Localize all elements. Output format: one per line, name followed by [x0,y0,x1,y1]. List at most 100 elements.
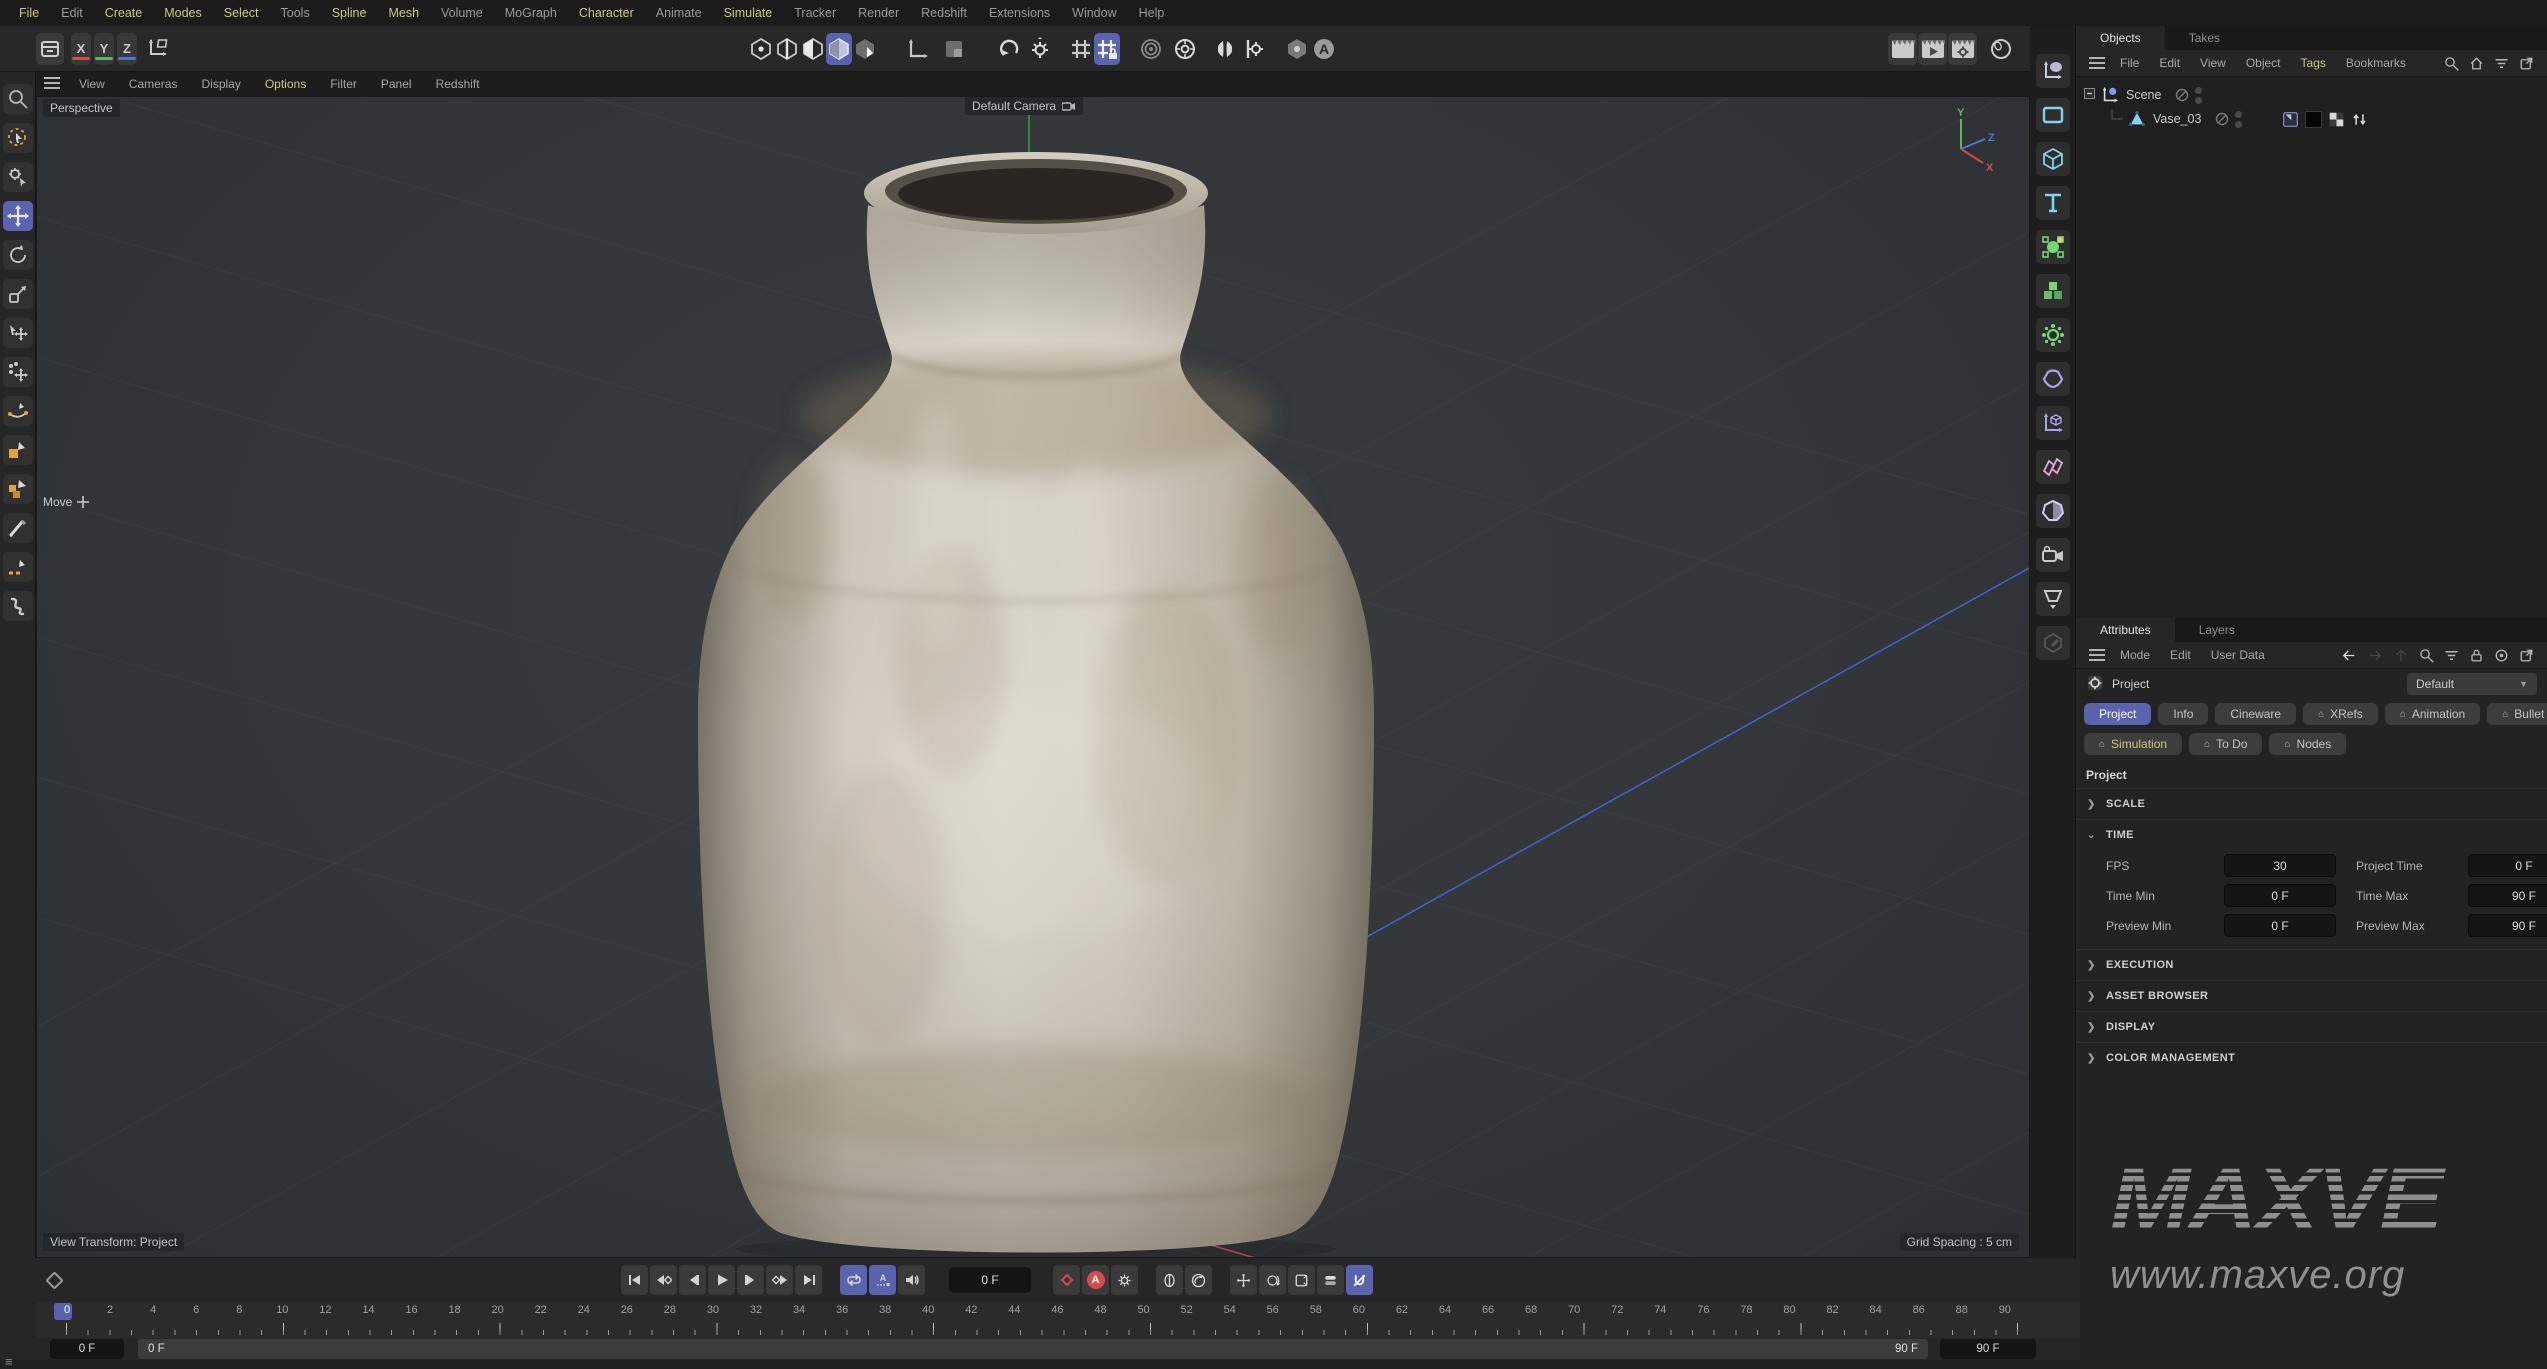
target-icon[interactable] [2494,648,2509,663]
home-icon[interactable] [2469,56,2484,71]
poly-pen-icon[interactable] [2036,626,2070,660]
menu-file[interactable]: File [8,6,50,20]
field-fps[interactable]: 30 [2224,854,2336,877]
viewport[interactable]: Perspective Default Camera Y Z X Move Vi… [36,96,2030,1258]
menu-redshift[interactable]: Redshift [910,6,978,20]
objects-hamburger-icon[interactable] [2089,57,2105,69]
autokey-icon[interactable]: A [1082,1265,1109,1295]
frame-label-40[interactable]: 40 [921,1304,935,1316]
tab-takes[interactable]: Takes [2165,26,2244,50]
uv-tag-icon[interactable] [2328,111,2345,128]
frame-label-66[interactable]: 66 [1481,1304,1495,1316]
vase-model[interactable] [698,152,1374,1258]
point-mode-icon[interactable] [748,33,774,65]
shader-ball-icon[interactable] [1986,33,2016,65]
axis-gizmo[interactable]: Y Z X [1929,107,2001,182]
frame-label-38[interactable]: 38 [878,1304,892,1316]
polygon-mode-icon[interactable] [800,33,826,65]
attributes-menu-user-data[interactable]: User Data [2201,648,2275,662]
frame-label-4[interactable]: 4 [146,1304,160,1316]
layer-icon[interactable] [1317,1265,1344,1295]
line-pen-icon[interactable] [3,552,33,582]
frame-label-0[interactable]: 0 [60,1304,74,1316]
tree-row-vase_03[interactable]: Vase_03 [2076,107,2547,131]
menu-spline[interactable]: Spline [321,6,378,20]
back-arrow-icon[interactable] [2341,648,2357,663]
radial-symmetry-icon[interactable] [1172,33,1198,65]
frame-label-64[interactable]: 64 [1438,1304,1452,1316]
next-frame-icon[interactable] [737,1265,764,1295]
field-preview-min[interactable]: 0 F [2224,914,2336,937]
tweak-icon[interactable] [3,162,33,192]
frame-label-52[interactable]: 52 [1180,1304,1194,1316]
frame-label-78[interactable]: 78 [1739,1304,1753,1316]
menu-tracker[interactable]: Tracker [783,6,847,20]
object-move-icon[interactable] [3,318,33,348]
frame-label-72[interactable]: 72 [1610,1304,1624,1316]
frame-label-50[interactable]: 50 [1137,1304,1151,1316]
attributes-menu-edit[interactable]: Edit [2160,648,2201,662]
frame-label-58[interactable]: 58 [1309,1304,1323,1316]
current-frame-field[interactable]: 0 F [949,1267,1031,1293]
search-icon[interactable] [2419,648,2434,663]
goto-start-icon[interactable] [621,1265,648,1295]
volume-pen-icon[interactable] [3,474,33,504]
menu-modes[interactable]: Modes [153,6,213,20]
expand-toggle-icon[interactable] [2084,88,2095,102]
popout-icon[interactable] [2519,648,2534,663]
menu-render[interactable]: Render [847,6,910,20]
frame-label-74[interactable]: 74 [1653,1304,1667,1316]
frame-label-86[interactable]: 86 [1912,1304,1926,1316]
texture-mode-icon[interactable] [852,33,878,65]
commander-search-icon[interactable] [3,84,33,114]
autokey-ruler-icon[interactable]: A [869,1265,896,1295]
frame-label-14[interactable]: 14 [361,1304,375,1316]
frame-label-88[interactable]: 88 [1955,1304,1969,1316]
preset-dropdown[interactable]: Default ▼ [2407,673,2537,695]
frame-label-16[interactable]: 16 [405,1304,419,1316]
viewport-menu-panel[interactable]: Panel [370,77,423,91]
spline-pen-icon[interactable] [3,396,33,426]
frame-label-36[interactable]: 36 [835,1304,849,1316]
instance-icon[interactable] [2036,450,2070,484]
sketch-pen-icon[interactable] [3,435,33,465]
menu-edit[interactable]: Edit [50,6,94,20]
object-toggles[interactable] [2175,87,2202,104]
next-key-icon[interactable] [766,1265,793,1295]
coord-system-icon[interactable] [905,33,931,65]
camera-label[interactable]: Default Camera [965,97,1083,115]
key-position-icon[interactable] [1156,1265,1183,1295]
scale-icon[interactable] [3,279,33,309]
render-settings-icon[interactable] [1948,33,1977,65]
symmetry-icon[interactable] [1212,33,1238,65]
null-object-icon[interactable] [2036,54,2070,88]
tab-objects[interactable]: Objects [2076,26,2165,50]
prev-key-icon[interactable] [650,1265,677,1295]
menu-select[interactable]: Select [213,6,270,20]
menu-window[interactable]: Window [1061,6,1127,20]
workplane-axis-icon[interactable] [2036,406,2070,440]
normals-tag-icon[interactable] [2351,111,2368,128]
move-icon[interactable] [3,201,33,231]
tab-layers[interactable]: Layers [2175,618,2259,642]
forward-arrow-icon[interactable] [2367,648,2383,663]
menu-animate[interactable]: Animate [645,6,713,20]
subdivision-surface-icon[interactable] [2036,230,2070,264]
frame-label-90[interactable]: 90 [1998,1304,2012,1316]
modifier-hex-icon[interactable] [1284,33,1310,65]
tab-attributes[interactable]: Attributes [2076,618,2175,642]
object-name[interactable]: Scene [2126,88,2161,102]
objects-menu-bookmarks[interactable]: Bookmarks [2336,56,2416,70]
axis-lock-z[interactable]: Z [117,33,137,65]
dolly-icon[interactable] [1230,1265,1257,1295]
soft-selection-icon[interactable] [1138,33,1164,65]
axis-lock-icon[interactable] [143,33,173,65]
field-preview-max[interactable]: 90 F [2468,914,2547,937]
frame-label-44[interactable]: 44 [1007,1304,1021,1316]
frame-label-76[interactable]: 76 [1696,1304,1710,1316]
section-color-management[interactable]: ❯COLOR MANAGEMENT [2076,1042,2547,1073]
frame-label-48[interactable]: 48 [1094,1304,1108,1316]
frame-label-34[interactable]: 34 [792,1304,806,1316]
menu-create[interactable]: Create [94,6,154,20]
section-display[interactable]: ❯DISPLAY [2076,1011,2547,1042]
